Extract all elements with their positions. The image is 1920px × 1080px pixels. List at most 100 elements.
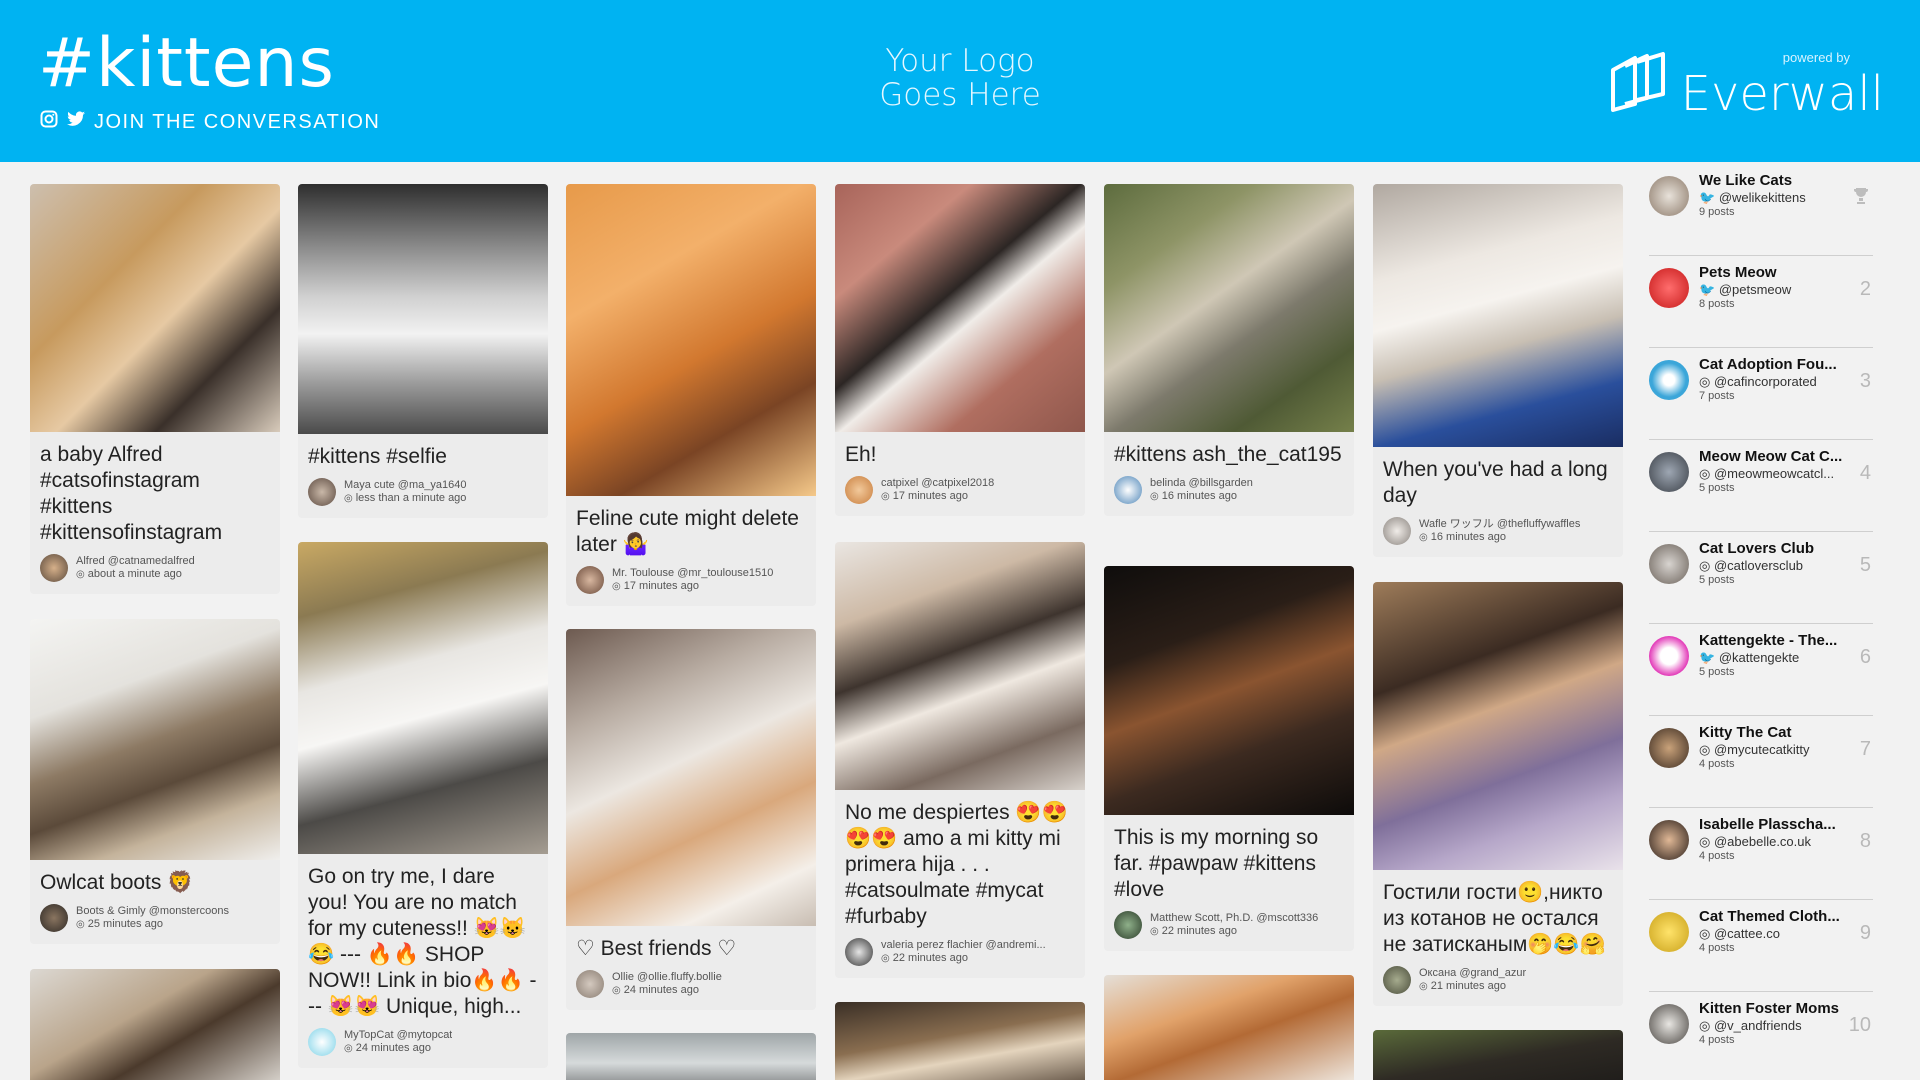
post-card[interactable]: Feline cute might delete later 🤷‍♀️ Mr. … <box>566 184 816 606</box>
leader-name: Kitten Foster Moms <box>1699 1000 1840 1017</box>
avatar <box>1649 820 1689 860</box>
post-time: 16 minutes ago <box>1430 531 1506 543</box>
post-card[interactable]: Owlcat boots 🦁 Boots & Gimly @monstercoo… <box>30 619 280 944</box>
post-card[interactable]: No me despiertes 😍😍😍😍 amo a mi kitty mi … <box>835 542 1085 978</box>
join-conversation[interactable]: JOIN THE CONVERSATION <box>40 110 380 134</box>
post-image <box>298 542 548 854</box>
post-meta: Wafle ワッフル @thefluffywaffles ◎ 16 minutes … <box>1373 509 1623 557</box>
post-author: Matthew Scott, Ph.D. @mscott336 <box>1150 912 1319 924</box>
avatar <box>576 566 604 594</box>
header-bar: #kittens JOIN THE CONVERSATION Your Logo… <box>0 0 1920 162</box>
post-caption: Feline cute might delete later 🤷‍♀️ <box>576 507 799 556</box>
post-caption: When you've had a long day <box>1383 458 1608 507</box>
post-time: 25 minutes ago <box>87 918 163 930</box>
leader-item[interactable]: Meow Meow Cat C... ◎ @meowmeowcatcl... 5… <box>1649 440 1873 532</box>
leader-item[interactable]: We Like Cats 🐦 @welikekittens 9 posts <box>1649 164 1873 256</box>
instagram-icon: ◎ <box>612 985 621 996</box>
leader-item[interactable]: Cat Lovers Club ◎ @catloversclub 5 posts… <box>1649 532 1873 624</box>
leader-posts: 4 posts <box>1699 850 1735 862</box>
post-meta: Boots & Gimly @monstercoons ◎ 25 minutes a… <box>30 896 280 944</box>
leader-item[interactable]: Cat Themed Cloth... ◎ @cattee.co 4 posts… <box>1649 900 1873 992</box>
post-author: belinda @billsgarden <box>1150 477 1253 489</box>
twitter-icon: 🐦 <box>1699 650 1716 665</box>
leader-rank: 6 <box>1859 646 1871 668</box>
logo-placeholder: Your Logo Goes Here <box>879 43 1041 113</box>
post-meta: Mr. Toulouse @mr_toulouse1510 ◎ 17 minutes… <box>566 558 816 606</box>
post-card[interactable]: This is my morning so far. #pawpaw #kitt… <box>1104 566 1354 951</box>
leader-rank: 3 <box>1859 370 1871 392</box>
leader-handle: 🐦 @welikekittens <box>1699 190 1806 205</box>
post-card[interactable]: #kittens #selfie Maya cute @ma_ya1640 ◎ le… <box>298 184 548 518</box>
everwall-brand[interactable]: Everwall <box>1609 48 1884 122</box>
leader-name: Pets Meow <box>1699 264 1777 281</box>
post-time: 16 minutes ago <box>1161 490 1237 502</box>
post-author: Boots & Gimly @monstercoons <box>76 905 229 917</box>
post-card[interactable] <box>835 1002 1085 1080</box>
post-card[interactable] <box>30 969 280 1080</box>
leader-rank: 10 <box>1848 1014 1871 1036</box>
hashtag-title: #kittens <box>38 24 335 103</box>
post-caption: Owlcat boots 🦁 <box>40 871 194 894</box>
leader-posts: 4 posts <box>1699 1034 1735 1046</box>
post-card[interactable]: Eh! catpixel @catpixel2018 ◎ 17 minutes ag… <box>835 184 1085 516</box>
instagram-icon: ◎ <box>1419 532 1428 543</box>
avatar <box>1383 517 1411 545</box>
post-image <box>30 969 280 1080</box>
post-caption: #kittens #selfie <box>308 445 447 468</box>
instagram-icon: ◎ <box>1699 742 1711 757</box>
post-card[interactable] <box>566 1033 816 1080</box>
post-image <box>835 184 1085 432</box>
leader-item[interactable]: Kitty The Cat ◎ @mycutecatkitty 4 posts … <box>1649 716 1873 808</box>
post-image <box>1373 582 1623 870</box>
post-meta: catpixel @catpixel2018 ◎ 17 minutes ago <box>835 468 1085 516</box>
instagram-icon: ◎ <box>1150 926 1159 937</box>
post-author: valeria perez flachier @andremi... <box>881 939 1046 951</box>
avatar <box>40 554 68 582</box>
avatar <box>576 970 604 998</box>
post-author: Mr. Toulouse @mr_toulouse1510 <box>612 567 774 579</box>
post-card[interactable]: #kittens ash_the_cat195 belinda @billsga… <box>1104 184 1354 516</box>
post-image <box>1104 975 1354 1080</box>
post-image <box>835 1002 1085 1080</box>
instagram-icon: ◎ <box>881 953 890 964</box>
twitter-icon <box>66 110 86 134</box>
post-card[interactable]: Go on try me, I dare you! You are no mat… <box>298 542 548 1068</box>
leader-item[interactable]: Isabelle Plasscha... ◎ @abebelle.co.uk 4… <box>1649 808 1873 900</box>
avatar <box>40 904 68 932</box>
twitter-icon: 🐦 <box>1699 190 1716 205</box>
instagram-icon <box>40 110 58 134</box>
leader-rank: 4 <box>1859 462 1871 484</box>
post-card[interactable]: When you've had a long day Wafle ワッフル @t… <box>1373 184 1623 557</box>
leader-item[interactable]: Kitten Foster Moms ◎ @v_andfriends 4 pos… <box>1649 992 1873 1080</box>
everwall-wordmark: Everwall <box>1680 66 1884 122</box>
post-image <box>30 184 280 432</box>
leader-item[interactable]: Kattengekte - The... 🐦 @kattengekte 5 po… <box>1649 624 1873 716</box>
post-caption: ♡ Best friends ♡ <box>576 937 737 960</box>
post-meta: Ollie @ollie.fluffy.bollie ◎ 24 minutes ag… <box>566 962 816 1010</box>
post-image <box>566 184 816 496</box>
post-author: Оксана @grand_azur <box>1419 967 1527 979</box>
avatar <box>1649 360 1689 400</box>
avatar <box>308 478 336 506</box>
post-meta: Alfred @catnamedalfred ◎ about a minute ag… <box>30 546 280 594</box>
leader-name: Cat Themed Cloth... <box>1699 908 1840 925</box>
leader-rank: 9 <box>1859 922 1871 944</box>
leader-posts: 4 posts <box>1699 942 1735 954</box>
leader-rank: 2 <box>1859 278 1871 300</box>
leader-name: We Like Cats <box>1699 172 1793 189</box>
post-card[interactable]: ♡ Best friends ♡ Ollie @ollie.fluffy.bol… <box>566 629 816 1010</box>
leader-handle: ◎ @v_andfriends <box>1699 1018 1802 1033</box>
leader-item[interactable]: Cat Adoption Fou... ◎ @cafincorporated 7… <box>1649 348 1873 440</box>
leader-handle: ◎ @cafincorporated <box>1699 374 1817 389</box>
post-card[interactable]: Гостили гости🙂,никто из котанов не остал… <box>1373 582 1623 1006</box>
leader-item[interactable]: Pets Meow 🐦 @petsmeow 8 posts 2 <box>1649 256 1873 348</box>
leaderboard: We Like Cats 🐦 @welikekittens 9 posts Pe… <box>1641 162 1890 1080</box>
avatar <box>1649 268 1689 308</box>
post-image <box>1373 184 1623 447</box>
post-card[interactable] <box>1373 1030 1623 1080</box>
post-card[interactable]: a baby Alfred #catsofinstagram #kittens … <box>30 184 280 594</box>
instagram-icon: ◎ <box>1699 374 1711 389</box>
leader-name: Kattengekte - The... <box>1699 632 1838 649</box>
post-card[interactable] <box>1104 975 1354 1080</box>
leader-posts: 4 posts <box>1699 758 1735 770</box>
